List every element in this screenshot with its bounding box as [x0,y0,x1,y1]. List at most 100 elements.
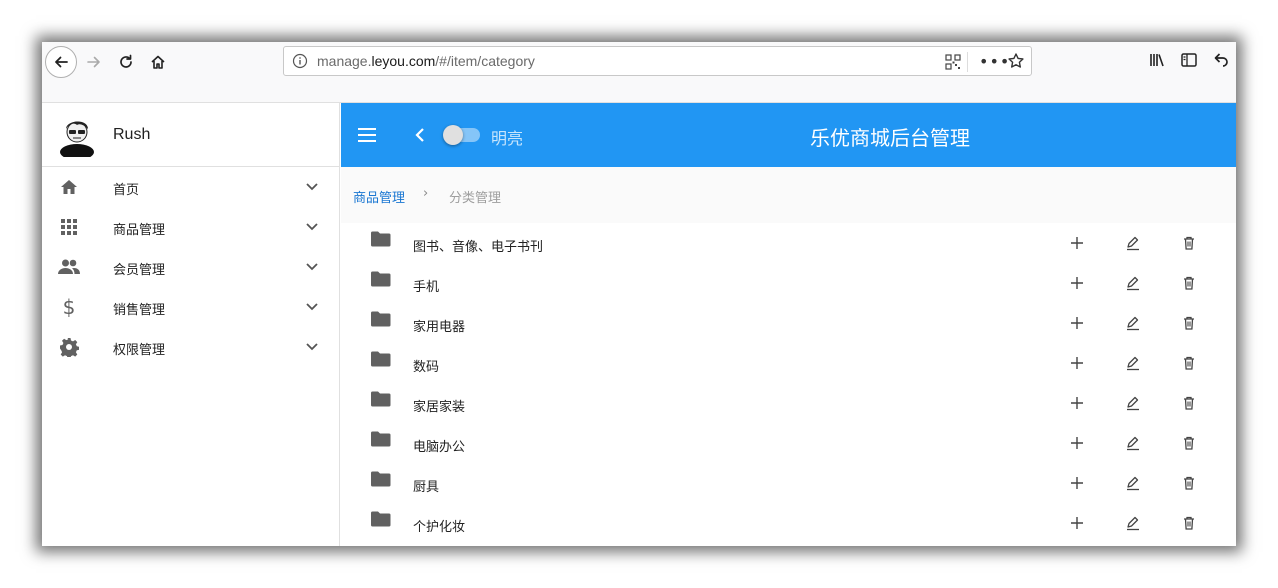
delete-icon[interactable] [1181,475,1197,491]
category-name: 个护化妆 [413,520,466,535]
folder-icon [371,351,391,371]
edit-icon[interactable] [1125,395,1141,411]
delete-icon[interactable] [1181,515,1197,531]
category-row[interactable]: 数码 [341,343,1236,383]
sidebar-item-products[interactable]: 商品管理 [42,207,339,247]
chevron-left-icon[interactable] [412,125,428,145]
browser-toolbar: manage.leyou.com/#/item/category ••• [42,42,1236,80]
people-icon [58,256,80,278]
add-icon[interactable] [1069,235,1085,251]
bookmark-star-icon[interactable] [1007,52,1025,70]
edit-icon[interactable] [1125,515,1141,531]
chevron-down-icon [306,263,318,271]
home-button[interactable] [142,46,174,78]
category-row[interactable]: 个护化妆 [341,503,1236,543]
category-row[interactable]: 厨具 [341,463,1236,503]
category-name: 手机 [413,280,440,295]
delete-icon[interactable] [1181,355,1197,371]
sidebar-item-label: 会员管理 [113,263,166,278]
sidebar: Rush 首页 商品管理 会员管理 $ 销售管理 权限管理 [42,103,340,546]
sidebar-item-label: 权限管理 [113,343,166,358]
delete-icon[interactable] [1181,275,1197,291]
folder-icon [371,431,391,451]
theme-toggle-label: 明亮 [491,129,524,148]
folder-icon [371,511,391,531]
category-row[interactable]: 电脑办公 [341,423,1236,463]
dollar-icon: $ [62,295,76,319]
category-name: 数码 [413,360,440,375]
home-icon [58,176,80,198]
folder-icon [371,471,391,491]
add-icon[interactable] [1069,355,1085,371]
add-icon[interactable] [1069,275,1085,291]
forward-button[interactable] [78,46,110,78]
add-icon[interactable] [1069,475,1085,491]
sidebar-item-permissions[interactable]: 权限管理 [42,327,339,367]
category-row[interactable]: 图书、音像、电子书刊 [341,223,1236,263]
add-icon[interactable] [1069,315,1085,331]
delete-icon[interactable] [1181,395,1197,411]
sidebar-item-label: 销售管理 [113,303,166,318]
delete-icon[interactable] [1181,435,1197,451]
edit-icon[interactable] [1125,435,1141,451]
app-header: 明亮 乐优商城后台管理 [341,103,1236,167]
folder-icon [371,391,391,411]
category-name: 图书、音像、电子书刊 [413,240,544,255]
url-prefix: manage. [317,53,372,69]
folder-icon [371,311,391,331]
sidebar-item-label: 商品管理 [113,223,166,238]
add-icon[interactable] [1069,515,1085,531]
apps-icon [58,216,80,238]
info-icon[interactable] [292,53,308,69]
category-name: 家用电器 [413,320,466,335]
qr-code-icon[interactable] [945,54,961,70]
edit-icon[interactable] [1125,475,1141,491]
category-row[interactable]: 家用电器 [341,303,1236,343]
edit-icon[interactable] [1125,355,1141,371]
reload-icon [120,54,132,68]
sidebar-toggle-icon[interactable] [1180,51,1198,69]
chevron-down-icon [306,183,318,191]
edit-icon[interactable] [1125,315,1141,331]
reload-button[interactable] [110,46,142,78]
edit-icon[interactable] [1125,235,1141,251]
add-icon[interactable] [1069,435,1085,451]
more-actions-icon[interactable]: ••• [979,52,1010,71]
back-button[interactable] [45,46,77,78]
breadcrumb-current: 分类管理 [449,191,502,206]
folder-icon [371,231,391,251]
gear-icon [58,336,80,358]
breadcrumb-link-products[interactable]: 商品管理 [353,187,405,206]
add-icon[interactable] [1069,395,1085,411]
sidebar-item-sales[interactable]: $ 销售管理 [42,287,339,327]
page-title: 乐优商城后台管理 [810,126,970,150]
sidebar-item-home[interactable]: 首页 [42,167,339,207]
home-icon [151,55,165,69]
arrow-left-icon [55,56,68,68]
category-row[interactable]: 手机 [341,263,1236,303]
folder-icon [371,271,391,291]
url-bar[interactable]: manage.leyou.com/#/item/category ••• [283,46,1032,76]
category-name: 厨具 [413,480,440,495]
theme-toggle-thumb[interactable] [443,125,463,145]
category-name: 家居家装 [413,400,466,415]
user-name: Rush [113,126,151,143]
library-icon[interactable] [1148,51,1166,69]
avatar[interactable] [58,115,96,157]
url-separator [967,52,968,72]
chevron-down-icon [306,343,318,351]
browser-window: manage.leyou.com/#/item/category ••• Rus… [42,42,1236,546]
category-name: 电脑办公 [413,440,466,455]
edit-icon[interactable] [1125,275,1141,291]
menu-icon[interactable] [357,125,377,145]
browser-gap [42,80,1236,103]
url-text[interactable]: manage.leyou.com/#/item/category [317,53,535,69]
user-profile: Rush [42,103,339,167]
url-path: /#/item/category [435,53,535,69]
undo-arrow-icon[interactable] [1212,51,1230,69]
sidebar-item-members[interactable]: 会员管理 [42,247,339,287]
sidebar-item-label: 首页 [113,183,140,198]
category-row[interactable]: 家居家装 [341,383,1236,423]
delete-icon[interactable] [1181,315,1197,331]
delete-icon[interactable] [1181,235,1197,251]
